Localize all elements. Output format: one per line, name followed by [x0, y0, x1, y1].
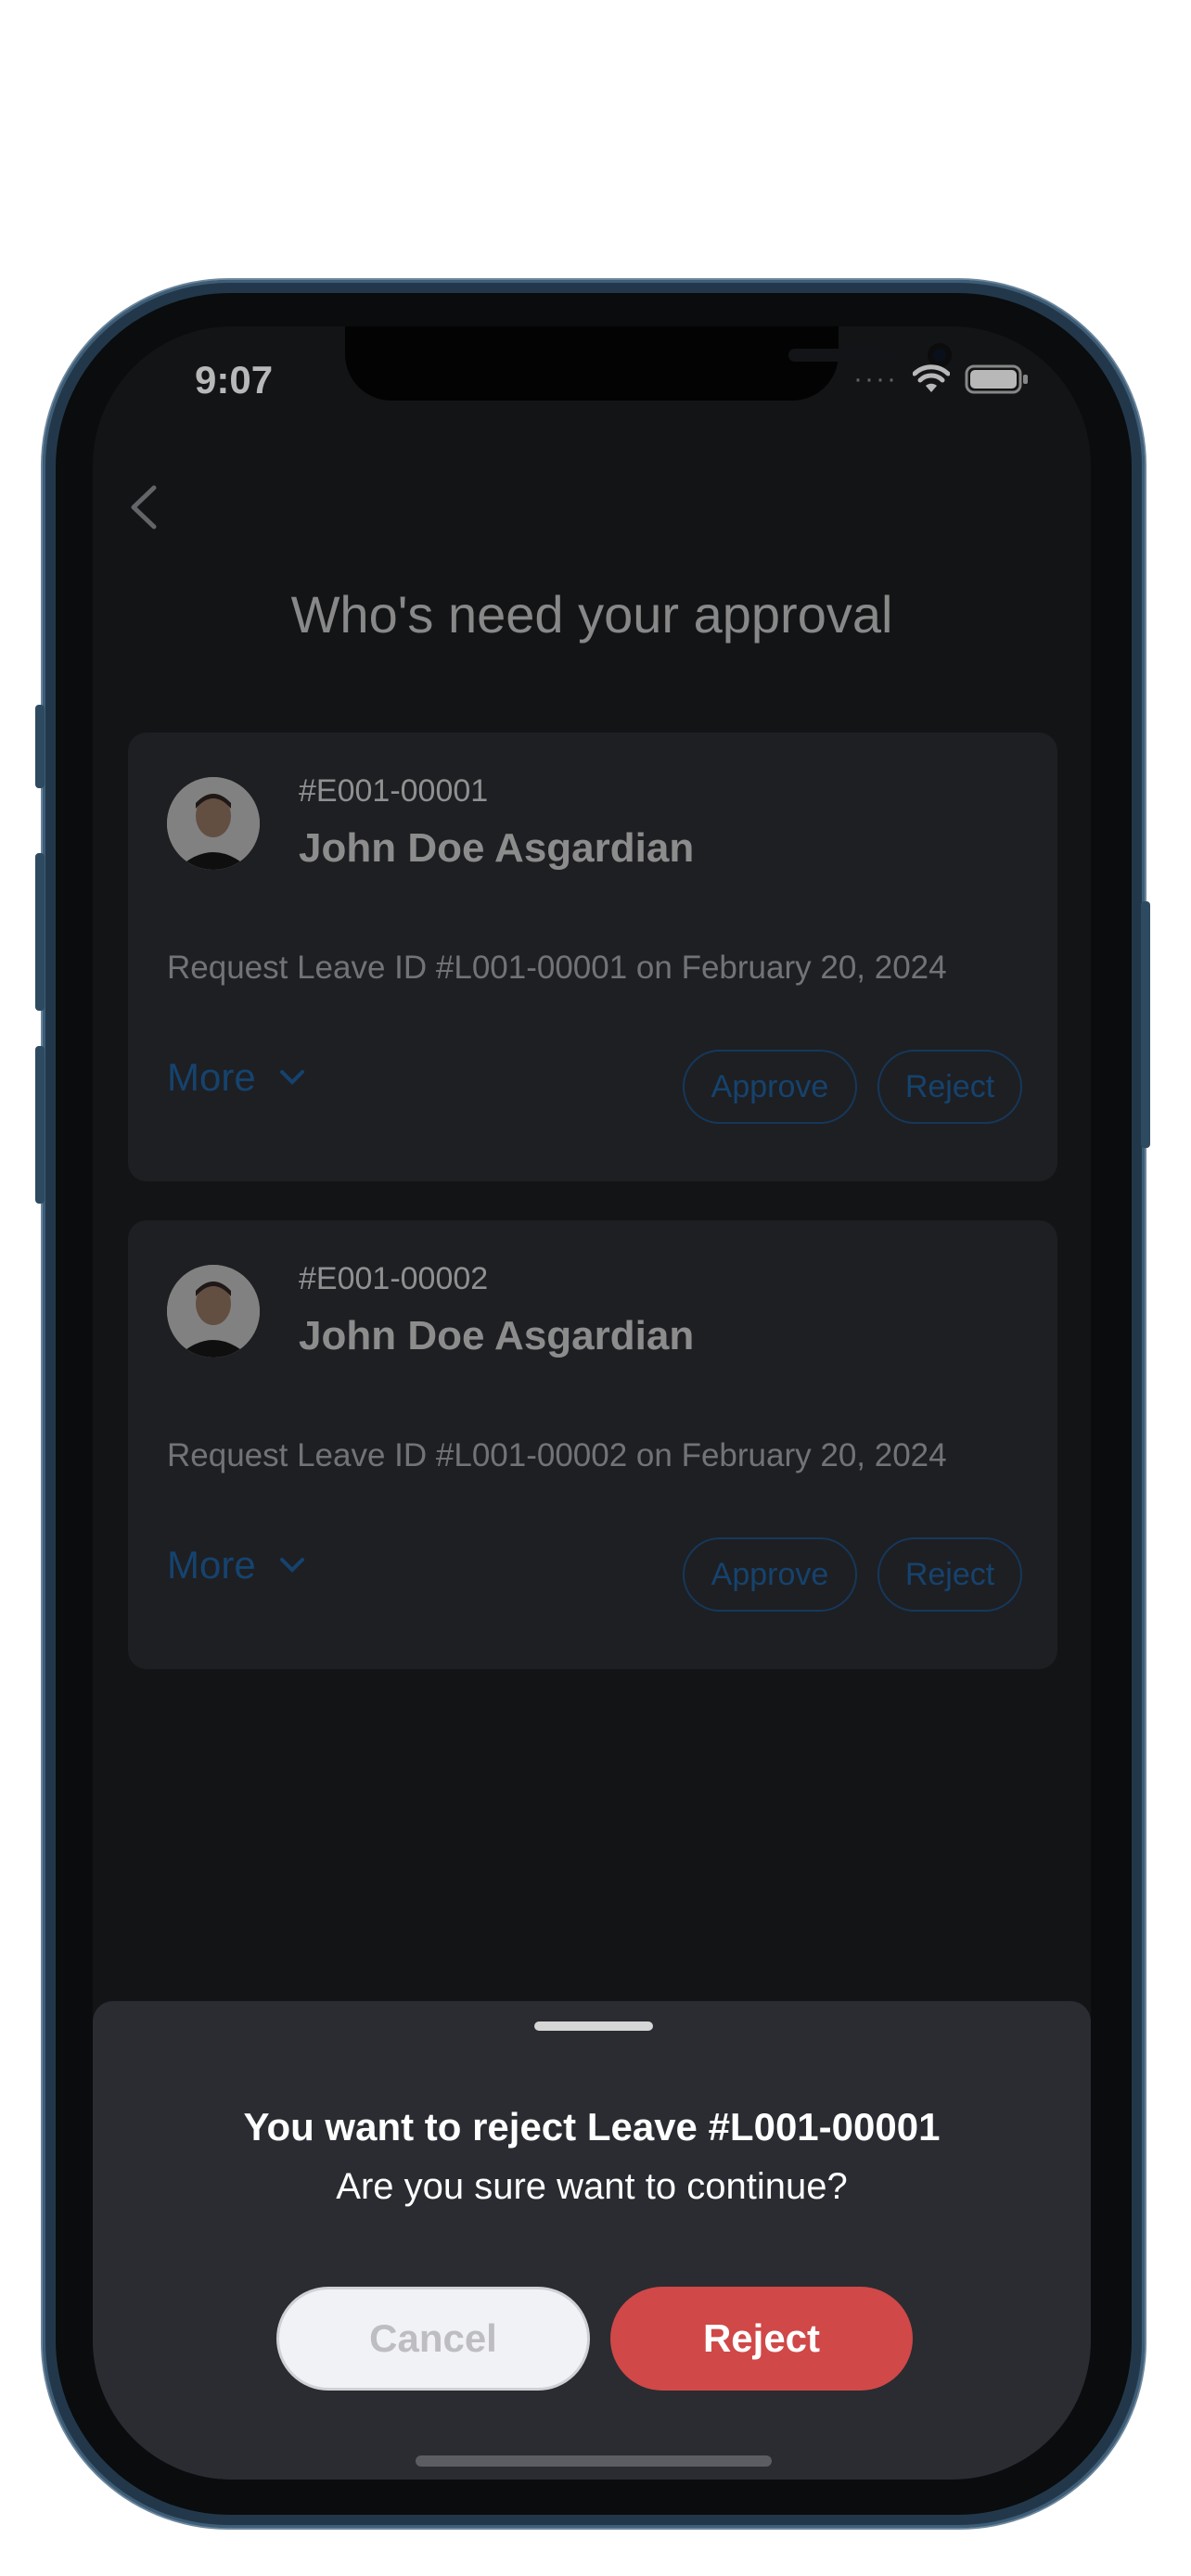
power-button — [1141, 901, 1150, 1148]
sheet-title: You want to reject Leave #L001-00001 — [243, 2105, 941, 2149]
volume-up-button — [35, 853, 45, 1011]
app-screen: 9:07 ···· Who's need your approval #E001… — [93, 326, 1091, 2480]
drag-handle[interactable] — [534, 2021, 653, 2031]
confirm-bottom-sheet: You want to reject Leave #L001-00001 Are… — [93, 2001, 1091, 2480]
cancel-button[interactable]: Cancel — [276, 2287, 590, 2391]
sheet-subtitle: Are you sure want to continue? — [336, 2166, 848, 2207]
home-indicator[interactable] — [416, 2455, 772, 2467]
confirm-reject-button[interactable]: Reject — [610, 2287, 913, 2391]
side-switch — [35, 705, 45, 788]
volume-down-button — [35, 1046, 45, 1204]
